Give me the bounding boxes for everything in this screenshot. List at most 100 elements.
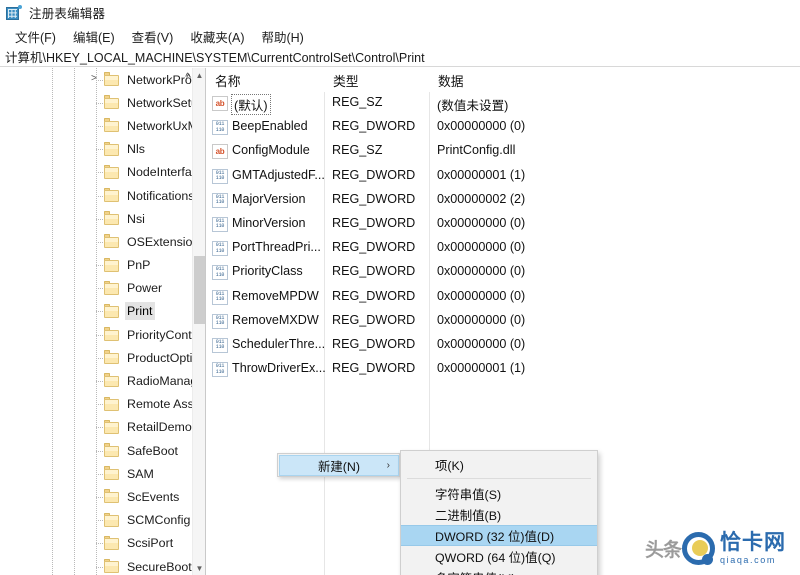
dword-value-icon: 011 110 [212, 241, 228, 257]
tree-item[interactable]: SAM [0, 462, 193, 485]
registry-tree-panel: > NetworkProv ^ NetworkSetu NetworkUxM Nls Nod… [0, 68, 206, 575]
context-submenu-item[interactable]: 多字符串值(M) [401, 567, 597, 575]
table-row[interactable]: 011 110 ThrowDriverEx... REG_DWORD 0x0000000… [207, 358, 800, 382]
tree-item[interactable]: SafeBoot [0, 439, 193, 462]
value-name: RemoveMXDW [232, 312, 319, 327]
tree-item[interactable]: ProductOptic [0, 346, 193, 369]
context-submenu-item[interactable]: 项(K) [401, 454, 597, 475]
value-name: ThrowDriverEx... [232, 361, 326, 376]
tree-item[interactable]: Notifications [0, 184, 193, 207]
tree-item[interactable]: NetworkUxM [0, 114, 193, 137]
value-name: RemoveMPDW [232, 288, 319, 303]
watermark-prefix: 头条 [645, 538, 682, 561]
table-row[interactable]: 011 110 GMTAdjustedF... REG_DWORD 0x00000001… [207, 165, 800, 189]
tree-item[interactable]: RadioManag [0, 369, 193, 392]
context-submenu-new: 项(K) 字符串值(S) 二进制值(B) DWORD (32 位)值(D) QWORD … [400, 450, 598, 575]
menu-edit[interactable]: 编辑(E) [65, 25, 124, 48]
table-row[interactable]: 011 110 MinorVersion REG_DWORD 0x00000000 (0… [207, 213, 800, 237]
tree-item-label: PriorityContro [127, 327, 193, 342]
dword-value-icon: 011 110 [212, 265, 228, 281]
tree-item[interactable]: ScsiPort [0, 532, 193, 555]
folder-icon [104, 373, 119, 388]
main-content: > NetworkProv ^ NetworkSetu NetworkUxM Nls Nod… [0, 68, 800, 575]
tree-item[interactable]: NetworkSetu [0, 91, 193, 114]
tree-rows: > NetworkProv ^ NetworkSetu NetworkUxM Nls Nod… [0, 68, 193, 575]
table-row[interactable]: 011 110 RemoveMPDW REG_DWORD 0x00000000 (0) [207, 286, 800, 310]
menu-view[interactable]: 查看(V) [124, 25, 183, 48]
scrollbar-up-arrow[interactable]: ▲ [193, 68, 205, 82]
column-type[interactable]: 类型 [333, 71, 359, 90]
watermark-url: qiaqa.com [720, 554, 776, 565]
folder-icon [104, 489, 119, 504]
tree-item[interactable]: ScEvents [0, 485, 193, 508]
tree-item-label: SAM [127, 466, 154, 481]
value-name: PriorityClass [232, 264, 303, 279]
folder-icon [104, 257, 119, 272]
tree-item[interactable]: SecureBoot [0, 555, 193, 575]
dword-value-icon: 011 110 [212, 337, 228, 353]
tree-item[interactable]: PnP [0, 254, 193, 277]
scrollbar-thumb[interactable] [194, 256, 205, 324]
tree-item[interactable]: Print [0, 300, 193, 323]
table-row[interactable]: 011 110 PriorityClass REG_DWORD 0x00000000 (… [207, 261, 800, 285]
menu-help[interactable]: 帮助(H) [253, 25, 312, 48]
tree-item-label: Nsi [127, 211, 145, 226]
tree-item[interactable]: OSExtensionI [0, 230, 193, 253]
context-submenu-item[interactable]: 字符串值(S) [401, 483, 597, 504]
folder-icon [104, 558, 119, 573]
value-type: REG_DWORD [332, 167, 416, 182]
tree-scrollbar[interactable]: ▲ ▼ [192, 68, 205, 575]
value-data: 0x00000000 (0) [437, 288, 526, 303]
folder-icon [104, 211, 119, 226]
table-row[interactable]: 011 110 SchedulerThre... REG_DWORD 0x0000000… [207, 334, 800, 358]
tree-item-label: Power [127, 281, 163, 296]
scrollbar-down-arrow[interactable]: ▼ [193, 561, 205, 575]
chevron-right-icon[interactable]: > [91, 74, 101, 84]
string-value-icon: ab [212, 144, 228, 160]
context-submenu-item[interactable]: QWORD (64 位)值(Q) [401, 546, 597, 567]
folder-icon [104, 443, 119, 457]
tree-item-label: NetworkSetu [127, 95, 193, 110]
table-row[interactable]: ab ConfigModule REG_SZ PrintConfig.dll [207, 140, 800, 164]
watermark: 头条 恰卡网 qiaqa.com [645, 525, 797, 571]
tree-item[interactable]: PriorityContro [0, 323, 193, 346]
context-menu-item-new[interactable]: 新建(N) › [279, 455, 399, 476]
table-row[interactable]: ab (默认) REG_SZ (数值未设置) [207, 92, 800, 116]
value-data: 0x00000000 (0) [437, 336, 526, 351]
value-name: ConfigModule [232, 143, 310, 158]
tree-item-label: PnP [127, 258, 151, 273]
tree-scroll-up-chevron[interactable]: ^ [185, 72, 190, 83]
column-name[interactable]: 名称 [215, 71, 241, 90]
tree-item[interactable]: NodeInterfac [0, 161, 193, 184]
tree-item[interactable]: SCMConfig [0, 509, 193, 532]
folder-icon [104, 234, 119, 249]
watermark-name: 恰卡网 [720, 530, 787, 554]
tree-scroll-area: > NetworkProv ^ NetworkSetu NetworkUxM Nls Nod… [0, 68, 193, 575]
tree-item-label: SecureBoot [127, 559, 192, 574]
tree-item[interactable]: Remote Assis [0, 393, 193, 416]
column-data[interactable]: 数据 [438, 71, 464, 90]
tree-item-label: RetailDemo [127, 420, 192, 435]
tree-item[interactable]: RetailDemo [0, 416, 193, 439]
value-type: REG_DWORD [332, 288, 416, 303]
value-name: GMTAdjustedF... [232, 167, 325, 182]
context-submenu-item[interactable]: 二进制值(B) [401, 504, 597, 525]
menu-favorites[interactable]: 收藏夹(A) [182, 25, 253, 48]
tree-item-label: RadioManag [127, 374, 193, 389]
address-bar[interactable]: 计算机\HKEY_LOCAL_MACHINE\SYSTEM\CurrentCon… [0, 47, 800, 67]
tree-item[interactable]: > NetworkProv ^ [0, 68, 193, 91]
tree-item[interactable]: Nsi [0, 207, 193, 230]
table-row[interactable]: 011 110 PortThreadPri... REG_DWORD 0x0000000… [207, 237, 800, 261]
dword-value-icon: 011 110 [212, 216, 228, 232]
value-data: 0x00000000 (0) [437, 119, 526, 134]
value-name: SchedulerThre... [232, 336, 326, 351]
tree-item[interactable]: Power [0, 277, 193, 300]
menu-file[interactable]: 文件(F) [7, 25, 65, 48]
context-submenu-item[interactable]: DWORD (32 位)值(D) [401, 525, 597, 546]
table-row[interactable]: 011 110 MajorVersion REG_DWORD 0x00000002 (2… [207, 189, 800, 213]
table-row[interactable]: 011 110 BeepEnabled REG_DWORD 0x00000000 (0) [207, 116, 800, 140]
table-row[interactable]: 011 110 RemoveMXDW REG_DWORD 0x00000000 (0) [207, 310, 800, 334]
value-type: REG_DWORD [332, 312, 416, 327]
tree-item[interactable]: Nls [0, 138, 193, 161]
dword-value-icon: 011 110 [212, 168, 228, 184]
